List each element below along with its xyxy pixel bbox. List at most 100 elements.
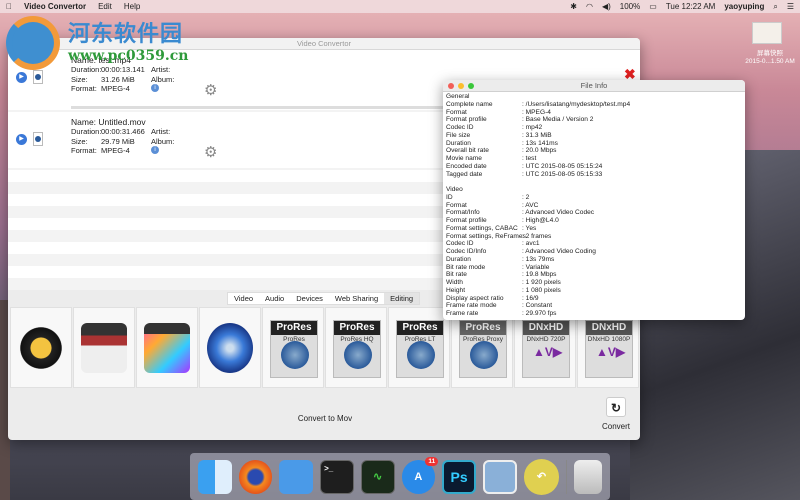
- close-icon[interactable]: [448, 83, 454, 89]
- tab-devices[interactable]: Devices: [290, 293, 329, 304]
- minimize-icon[interactable]: [458, 83, 464, 89]
- dock-photoshop-icon[interactable]: Ps: [442, 459, 476, 494]
- info-value: : 2: [522, 193, 530, 201]
- info-value: : Advanced Video Coding: [522, 248, 596, 255]
- info-key: Complete name: [446, 100, 493, 108]
- menu-edit[interactable]: Edit: [98, 2, 112, 11]
- user-name[interactable]: yaoyuping: [724, 2, 764, 12]
- info-key: Overall bit rate: [446, 147, 489, 155]
- preset-imovie[interactable]: [10, 307, 72, 388]
- convert-label[interactable]: Convert: [602, 422, 630, 431]
- info-line: Width: 1 920 pixels: [446, 279, 742, 287]
- menu-help[interactable]: Help: [124, 2, 140, 11]
- apple-icon[interactable]: : [6, 2, 12, 11]
- dock-terminal-icon[interactable]: >_: [320, 459, 354, 494]
- dock-xcode-icon[interactable]: [279, 459, 314, 494]
- info-value: : Base Media / Version 2: [522, 116, 594, 124]
- desktop-file-icon[interactable]: [752, 22, 782, 44]
- info-icon[interactable]: i: [151, 84, 159, 92]
- info-key: Bit rate: [446, 271, 467, 279]
- duration-label: Duration:: [71, 65, 102, 74]
- info-icon[interactable]: i: [151, 146, 159, 154]
- menu-bar:  Video Convertor Edit Help ✱ ◠ ◀) 100% …: [0, 0, 800, 13]
- info-value: : 13s 141ms: [522, 139, 558, 147]
- info-key: Format profile: [446, 116, 487, 124]
- info-key: Frame rate: [446, 310, 479, 317]
- info-line: Duration: 13s 79ms: [446, 256, 742, 264]
- photoshop-glyph: Ps: [450, 468, 468, 485]
- category-tabs: Video Audio Devices Web Sharing Editing: [227, 292, 421, 305]
- info-line: Frame rate mode: Constant: [446, 302, 742, 310]
- size: Size: 29.79 MiB: [71, 137, 135, 146]
- desktop-file-label[interactable]: 屏幕快照 2015-0...1.50 AM: [740, 50, 800, 66]
- info-line: ID : 2: [446, 194, 742, 202]
- play-icon[interactable]: ▶: [16, 134, 27, 145]
- preset-prores-hq[interactable]: ProRes ProRes HQ: [325, 307, 387, 388]
- artist-label: Artist:: [151, 65, 171, 74]
- tab-web-sharing[interactable]: Web Sharing: [329, 293, 384, 304]
- info-value: : 31.3 MiB: [522, 131, 552, 139]
- info-line: Frame rate: 29.970 fps: [446, 310, 742, 318]
- gear-icon[interactable]: ⚙: [204, 145, 217, 160]
- preset-dvd[interactable]: [199, 307, 261, 388]
- info-key: Encoded date: [446, 162, 487, 170]
- info-line: Duration: 13s 141ms: [446, 140, 742, 148]
- info-key: Format: [446, 108, 467, 116]
- info-line: Bit rate mode: Variable: [446, 264, 742, 272]
- spotlight-icon[interactable]: ⌕: [773, 2, 777, 12]
- info-key: Video: [446, 186, 463, 193]
- tab-editing[interactable]: Editing: [384, 293, 420, 304]
- info-key: Bit rate mode: [446, 263, 486, 271]
- tab-audio[interactable]: Audio: [259, 293, 290, 304]
- dock-finder-icon[interactable]: [198, 459, 232, 494]
- info-line: Format settings, ReFrames: 2 frames: [446, 233, 742, 241]
- clock[interactable]: Tue 12:22 AM: [666, 2, 716, 12]
- size-value: 31.26 MiB: [101, 75, 135, 84]
- dock-convertor-icon[interactable]: ↶: [523, 458, 560, 495]
- battery-text[interactable]: 100%: [620, 2, 640, 12]
- clapper-icon: [81, 322, 127, 373]
- info-key: Codec ID/Info: [446, 248, 487, 255]
- info-line: Display aspect ratio: 16/9: [446, 295, 742, 303]
- dock-trash-icon[interactable]: [574, 459, 603, 494]
- tab-video[interactable]: Video: [228, 293, 259, 304]
- format-label: Format:: [71, 146, 97, 155]
- menu-app[interactable]: Video Convertor: [24, 2, 86, 11]
- remove-icon[interactable]: ✖: [624, 67, 636, 81]
- preset-final-cut-pro-x[interactable]: [136, 307, 198, 388]
- zoom-icon[interactable]: [468, 83, 474, 89]
- bluetooth-icon[interactable]: ✱: [570, 2, 577, 12]
- duration-value: 00:00:13.141: [101, 65, 145, 74]
- convert-button[interactable]: ↻: [606, 397, 626, 417]
- dock-app-store-icon[interactable]: A 11: [401, 456, 439, 494]
- preset-final-cut[interactable]: [73, 307, 135, 388]
- info-key: ID: [446, 193, 453, 201]
- info-key: Format settings, CABAC: [446, 224, 518, 232]
- duration: Duration:00:00:31.466: [71, 127, 145, 136]
- watermark-name: 河东软件园: [68, 22, 184, 47]
- play-icon[interactable]: ▶: [16, 72, 27, 83]
- preset-label: DNxHD 1080P: [587, 336, 631, 343]
- info-value: : 2 frames: [522, 232, 552, 240]
- preset-prores-lt[interactable]: ProRes ProRes LT: [388, 307, 450, 388]
- notification-icon[interactable]: ☰: [787, 2, 794, 12]
- file-name: Name: Untitled.mov: [71, 117, 146, 127]
- quicktime-icon: [281, 341, 309, 369]
- gear-icon[interactable]: ⚙: [204, 83, 217, 98]
- battery-icon[interactable]: ▭: [649, 2, 657, 12]
- dnxhd-badge: DNxHD: [523, 321, 569, 335]
- preset-prores[interactable]: ProRes ProRes: [262, 307, 324, 388]
- dock-firefox-icon[interactable]: [238, 459, 273, 494]
- dock-activity-monitor-icon[interactable]: ∿: [360, 459, 395, 494]
- wifi-icon[interactable]: ◠: [586, 2, 593, 12]
- info-value: : test: [522, 155, 537, 162]
- prores-badge: ProRes: [271, 321, 317, 335]
- info-line: Format settings, CABAC: Yes: [446, 225, 742, 233]
- info-line: Overall bit rate: 20.0 Mbps: [446, 147, 742, 155]
- dock-preview-icon[interactable]: [482, 459, 517, 494]
- volume-icon[interactable]: ◀): [602, 2, 611, 12]
- info-key: Codec ID: [446, 240, 474, 248]
- format: Format: MPEG-4: [71, 84, 130, 93]
- info-key: Codec ID: [446, 124, 474, 131]
- info-key: Format profile: [446, 217, 487, 224]
